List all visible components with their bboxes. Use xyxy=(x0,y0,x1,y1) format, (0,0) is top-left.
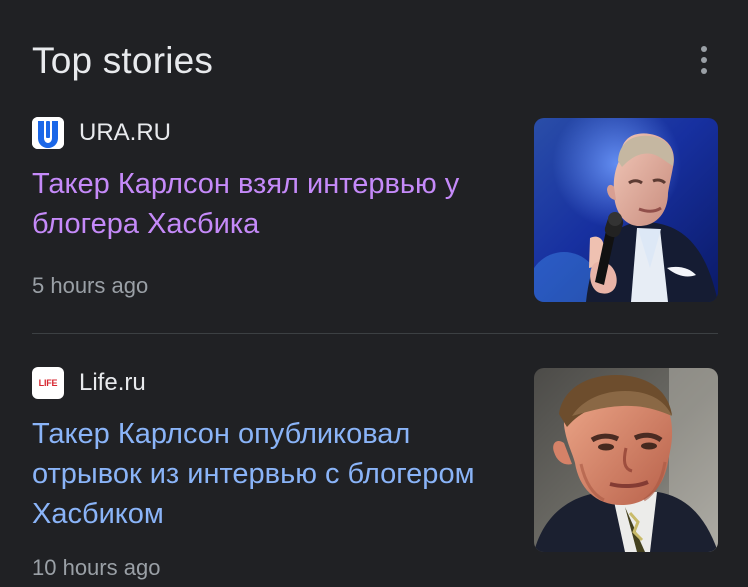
news-source: URA.RU xyxy=(32,116,171,150)
story-thumbnail-image[interactable] xyxy=(534,368,718,552)
more-dot-icon xyxy=(701,46,707,52)
news-story[interactable]: URA.RU Такер Карлсон взял интервью у бло… xyxy=(32,116,718,314)
source-name: URA.RU xyxy=(79,119,172,146)
story-thumbnail-image[interactable] xyxy=(534,118,718,302)
story-timestamp: 5 hours ago xyxy=(32,273,149,298)
source-name: Life.ru xyxy=(79,369,146,396)
story-headline-link[interactable]: Такер Карлсон опубликовал отрывок из инт… xyxy=(32,414,512,534)
more-options-button[interactable] xyxy=(694,40,714,80)
story-divider xyxy=(32,333,718,334)
story-timestamp: 10 hours ago xyxy=(32,555,161,580)
section-title: Top stories xyxy=(32,40,214,81)
news-source: LIFE Life.ru xyxy=(32,366,146,400)
top-stories-card: Top stories URA.RU Такер Карлсон взял ин… xyxy=(0,0,748,587)
news-story[interactable]: LIFE Life.ru Такер Карлсон опубликовал о… xyxy=(32,366,718,587)
more-dot-icon xyxy=(701,68,707,74)
life-ru-logo-icon: LIFE xyxy=(32,367,64,399)
top-stories-header: Top stories xyxy=(32,36,724,86)
more-dot-icon xyxy=(701,57,707,63)
ura-ru-logo-icon xyxy=(32,117,64,149)
story-headline-link[interactable]: Такер Карлсон взял интервью у блогера Ха… xyxy=(32,164,512,244)
